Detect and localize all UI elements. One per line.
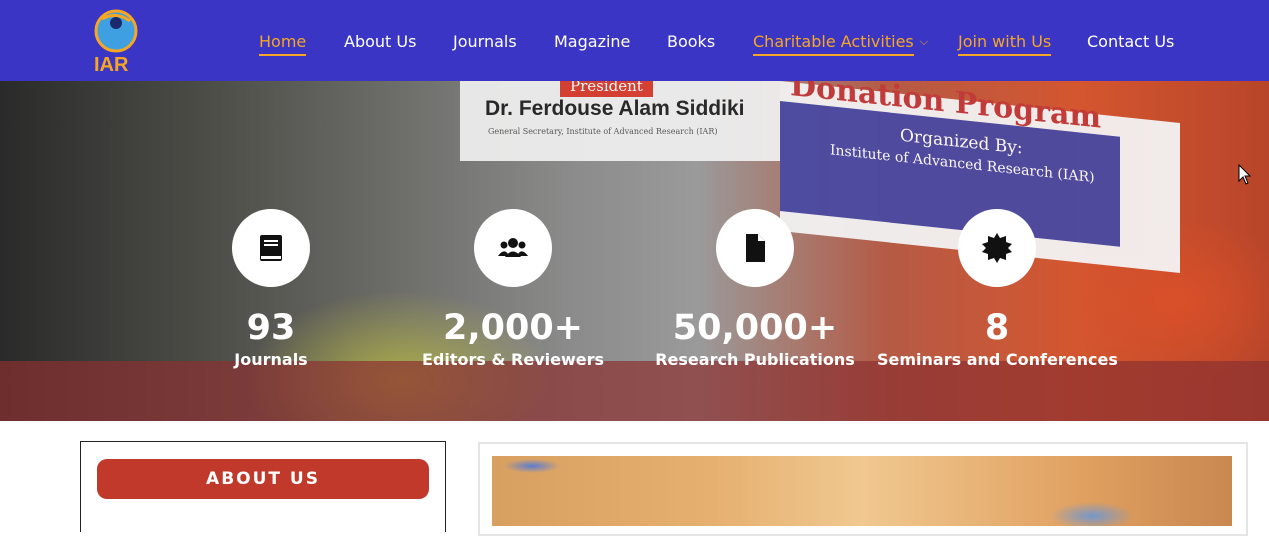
stat-journals-label: Journals <box>234 350 308 369</box>
badge-icon <box>982 233 1012 263</box>
stat-seminars-value: 8 <box>984 308 1010 348</box>
stat-publications-label: Research Publications <box>655 350 855 369</box>
mouse-cursor-icon <box>1238 164 1252 185</box>
nav-about-us[interactable]: About Us <box>344 33 416 51</box>
top-navbar: IAR Home About Us Journals Magazine Book… <box>0 0 1269 81</box>
nav-charitable-activities[interactable]: Charitable Activities ⌵ <box>753 32 929 56</box>
stat-seminars-label: Seminars and Conferences <box>877 350 1118 369</box>
chevron-down-icon: ⌵ <box>919 35 929 48</box>
stat-editors-circle <box>474 209 552 287</box>
file-icon <box>746 234 765 262</box>
stat-publications-circle <box>716 209 794 287</box>
nav-charitable-activities-label: Charitable Activities <box>753 32 914 56</box>
users-icon <box>498 238 528 257</box>
stat-journals-value: 93 <box>246 308 296 348</box>
nav-journals[interactable]: Journals <box>453 33 517 51</box>
president-subtitle: General Secretary, Institute of Advanced… <box>488 127 718 136</box>
stat-seminars-circle <box>958 209 1036 287</box>
nav-magazine[interactable]: Magazine <box>554 33 630 51</box>
about-us-button[interactable]: ABOUT US <box>97 459 429 499</box>
president-banner: President Dr. Ferdouse Alam Siddiki Gene… <box>460 81 780 161</box>
president-name: Dr. Ferdouse Alam Siddiki <box>485 97 745 120</box>
tablecloth <box>0 361 1269 421</box>
svg-text:IAR: IAR <box>94 54 129 75</box>
stat-editors-label: Editors & Reviewers <box>422 350 604 369</box>
book-icon <box>260 235 282 261</box>
stat-editors-value: 2,000+ <box>442 308 584 348</box>
stat-publications-value: 50,000+ <box>672 308 838 348</box>
hero-banner-image: President Dr. Ferdouse Alam Siddiki Gene… <box>0 81 1269 421</box>
president-tag: President <box>560 81 653 97</box>
nav-contact-us[interactable]: Contact Us <box>1087 33 1174 51</box>
stat-journals-circle <box>232 209 310 287</box>
nav-join-with-us[interactable]: Join with Us <box>958 33 1052 56</box>
nav-books[interactable]: Books <box>667 33 715 51</box>
iar-logo[interactable]: IAR <box>88 9 144 75</box>
nav-home[interactable]: Home <box>259 33 307 56</box>
